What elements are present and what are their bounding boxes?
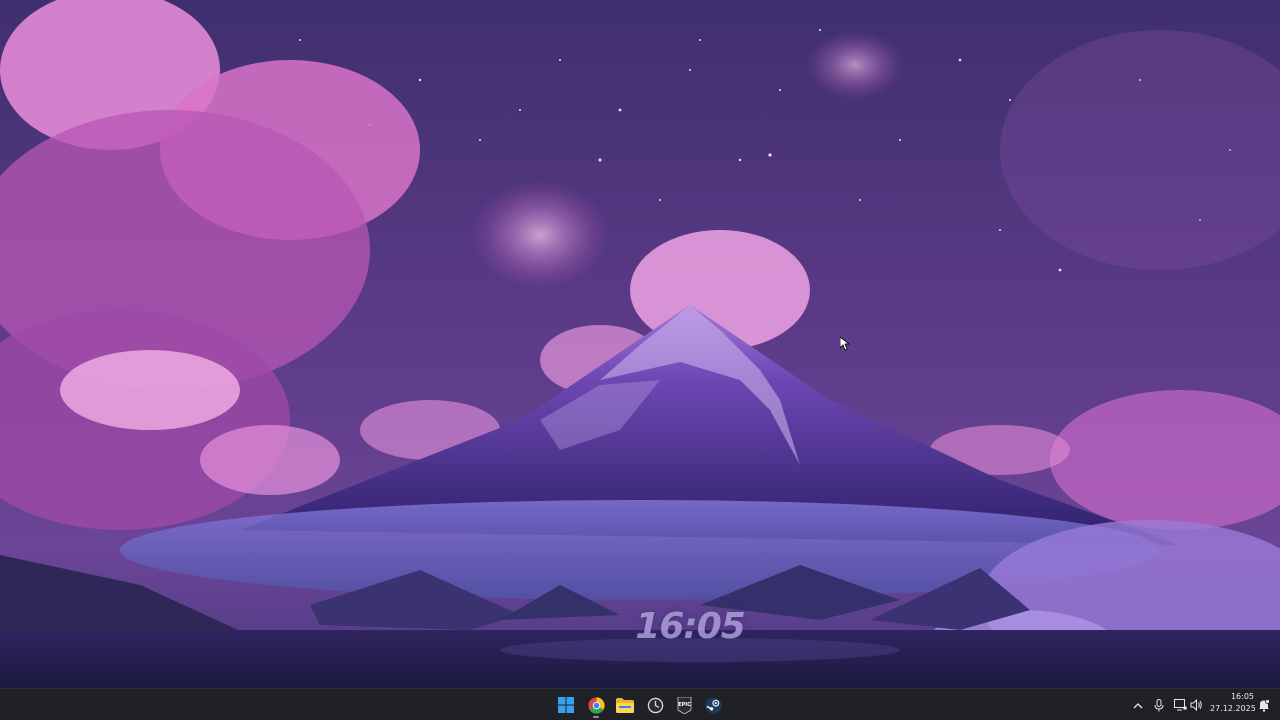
notification-bell-icon[interactable] [1257,698,1271,712]
mouse-cursor-icon [840,337,850,351]
taskbar: EPIC 16:05 27.12.2025 [0,688,1280,720]
circle-app-icon [647,697,663,713]
tray-time-text: 16:05 [1230,692,1254,701]
taskbar-app-circle[interactable] [642,692,668,718]
taskbar-epic-games[interactable]: EPIC [671,692,697,718]
taskbar-file-explorer[interactable] [612,692,638,718]
tray-clock[interactable]: 16:05 27.12.2025 [1210,691,1256,715]
taskbar-chrome[interactable] [583,692,609,718]
network-icon[interactable] [1173,698,1187,712]
desktop-wallpaper [0,0,1280,688]
folder-icon [616,697,634,713]
steam-icon [704,696,722,714]
show-hidden-icons-chevron-icon[interactable] [1131,698,1145,712]
chrome-icon [587,696,605,714]
start-button[interactable] [553,692,579,718]
running-indicator [593,716,599,718]
tray-date-text: 27.12.2025 [1210,704,1256,713]
svg-text:EPIC: EPIC [678,702,691,708]
volume-icon[interactable] [1189,698,1203,712]
epic-games-icon: EPIC [677,696,691,714]
taskbar-steam[interactable] [700,692,726,718]
microphone-icon[interactable] [1152,698,1166,712]
windows-logo-icon [558,697,574,713]
desktop-clock-widget: 16:05 [635,606,746,647]
